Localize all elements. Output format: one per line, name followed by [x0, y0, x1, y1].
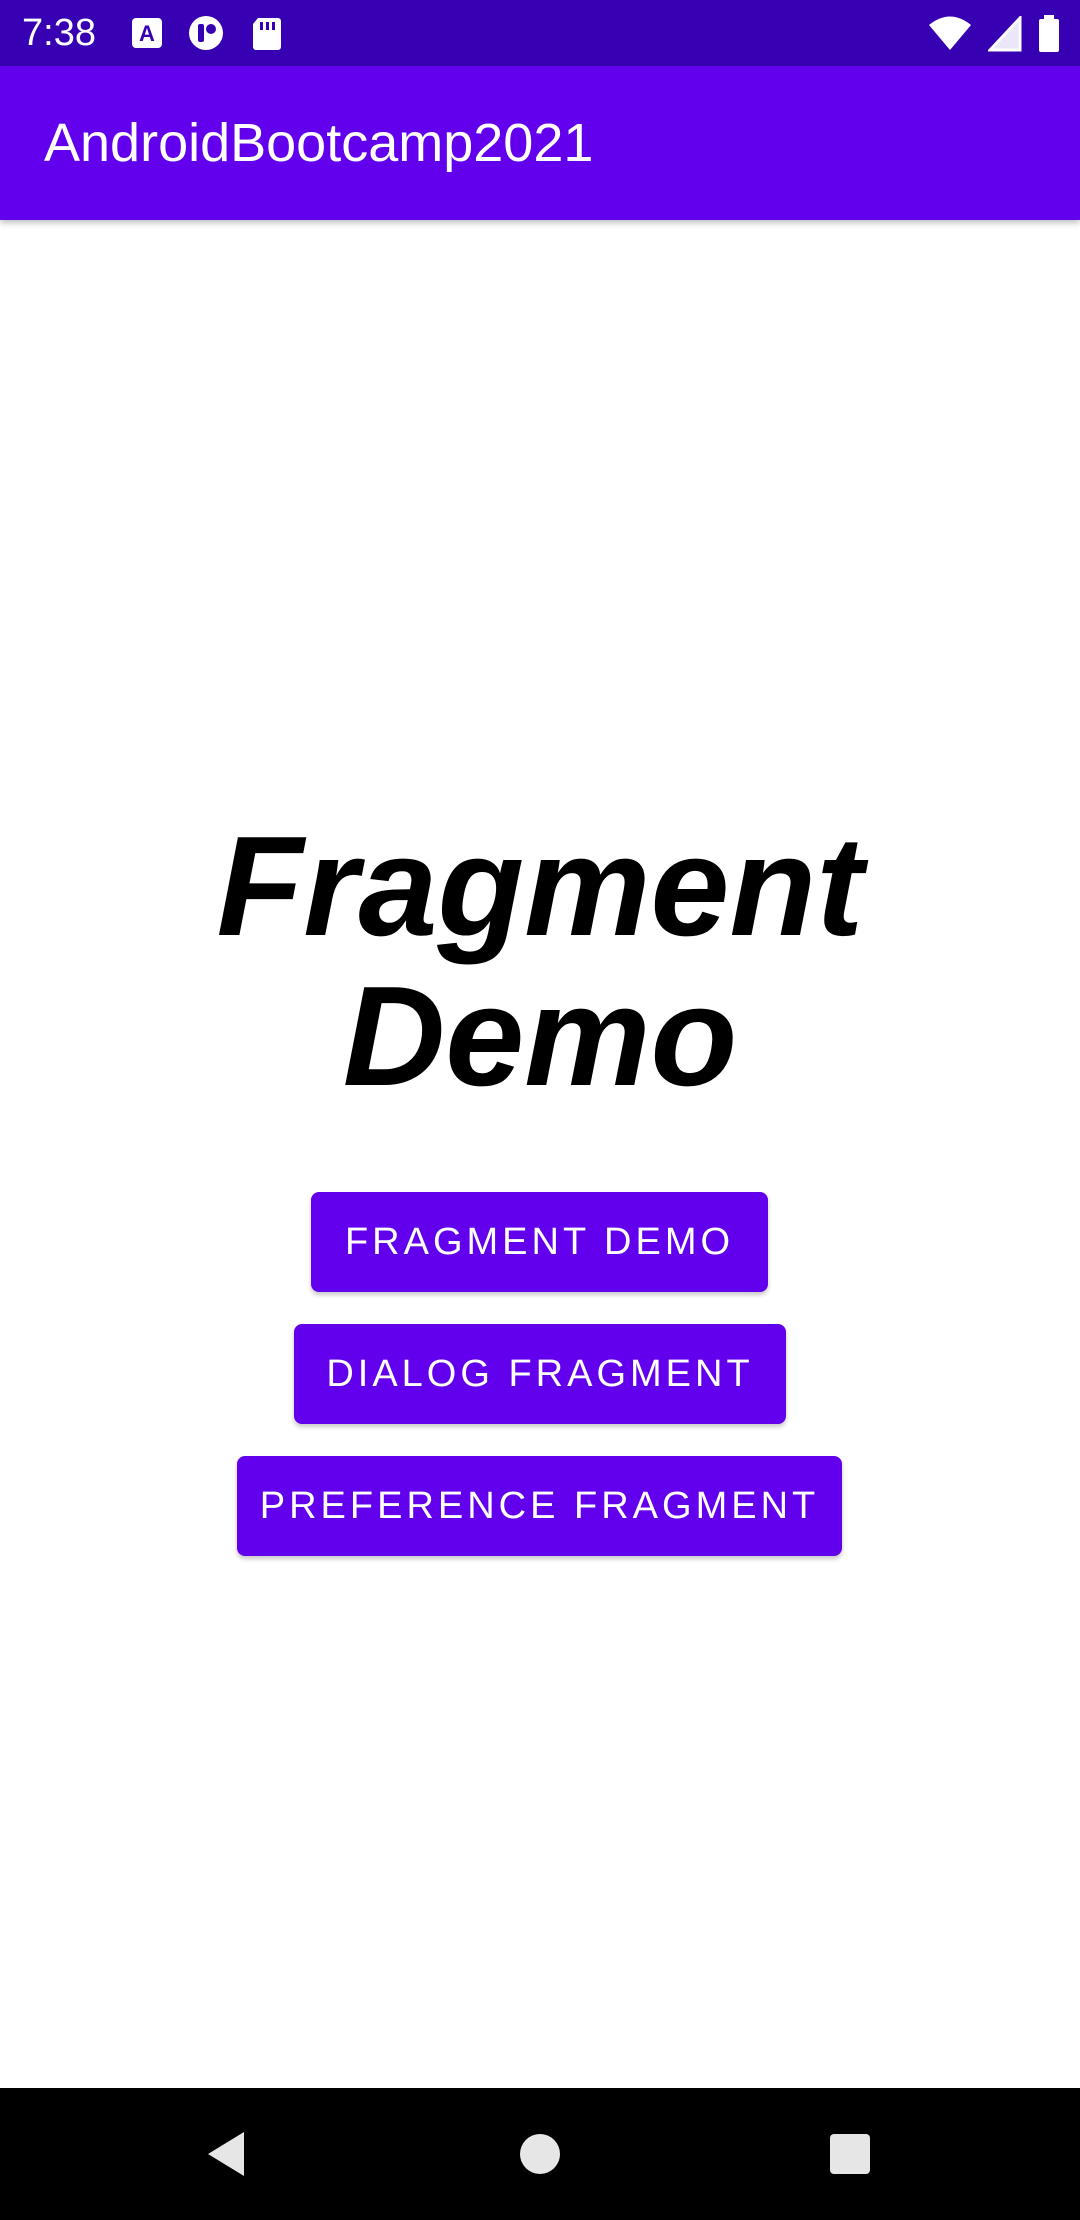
status-time: 7:38 [22, 12, 96, 54]
recents-button[interactable] [820, 2124, 880, 2184]
svg-text:A: A [139, 21, 155, 46]
recents-icon [830, 2134, 870, 2174]
home-button[interactable] [510, 2124, 570, 2184]
preference-fragment-button[interactable]: PREFERENCE FRAGMENT [237, 1456, 842, 1556]
headline-text: Fragment Demo [216, 807, 864, 1116]
app-bar: AndroidBootcamp2021 [0, 66, 1080, 220]
dialog-fragment-button-label: DIALOG FRAGMENT [326, 1352, 754, 1395]
battery-icon [1039, 15, 1059, 52]
navigation-bar [0, 2088, 1080, 2220]
back-button[interactable] [196, 2124, 256, 2184]
fragment-demo-button[interactable]: FRAGMENT DEMO [311, 1192, 768, 1292]
home-icon [520, 2134, 560, 2174]
screen: 7:38 A AndroidBootcamp2021 Fragment Demo… [0, 0, 1080, 2220]
font-a-icon: A [132, 18, 162, 48]
preference-fragment-button-label: PREFERENCE FRAGMENT [259, 1484, 820, 1527]
app-title: AndroidBootcamp2021 [44, 113, 594, 173]
notification-icon [189, 16, 223, 50]
signal-icon [988, 16, 1022, 52]
wifi-icon [929, 16, 971, 50]
fragment-demo-button-label: FRAGMENT DEMO [344, 1220, 735, 1263]
page-headline: Fragment Demo [0, 812, 1080, 1112]
status-right-icons [928, 12, 1060, 56]
sd-card-icon [253, 18, 281, 50]
back-icon [208, 2132, 244, 2176]
dialog-fragment-button[interactable]: DIALOG FRAGMENT [294, 1324, 786, 1424]
status-bar: 7:38 A [0, 0, 1080, 66]
